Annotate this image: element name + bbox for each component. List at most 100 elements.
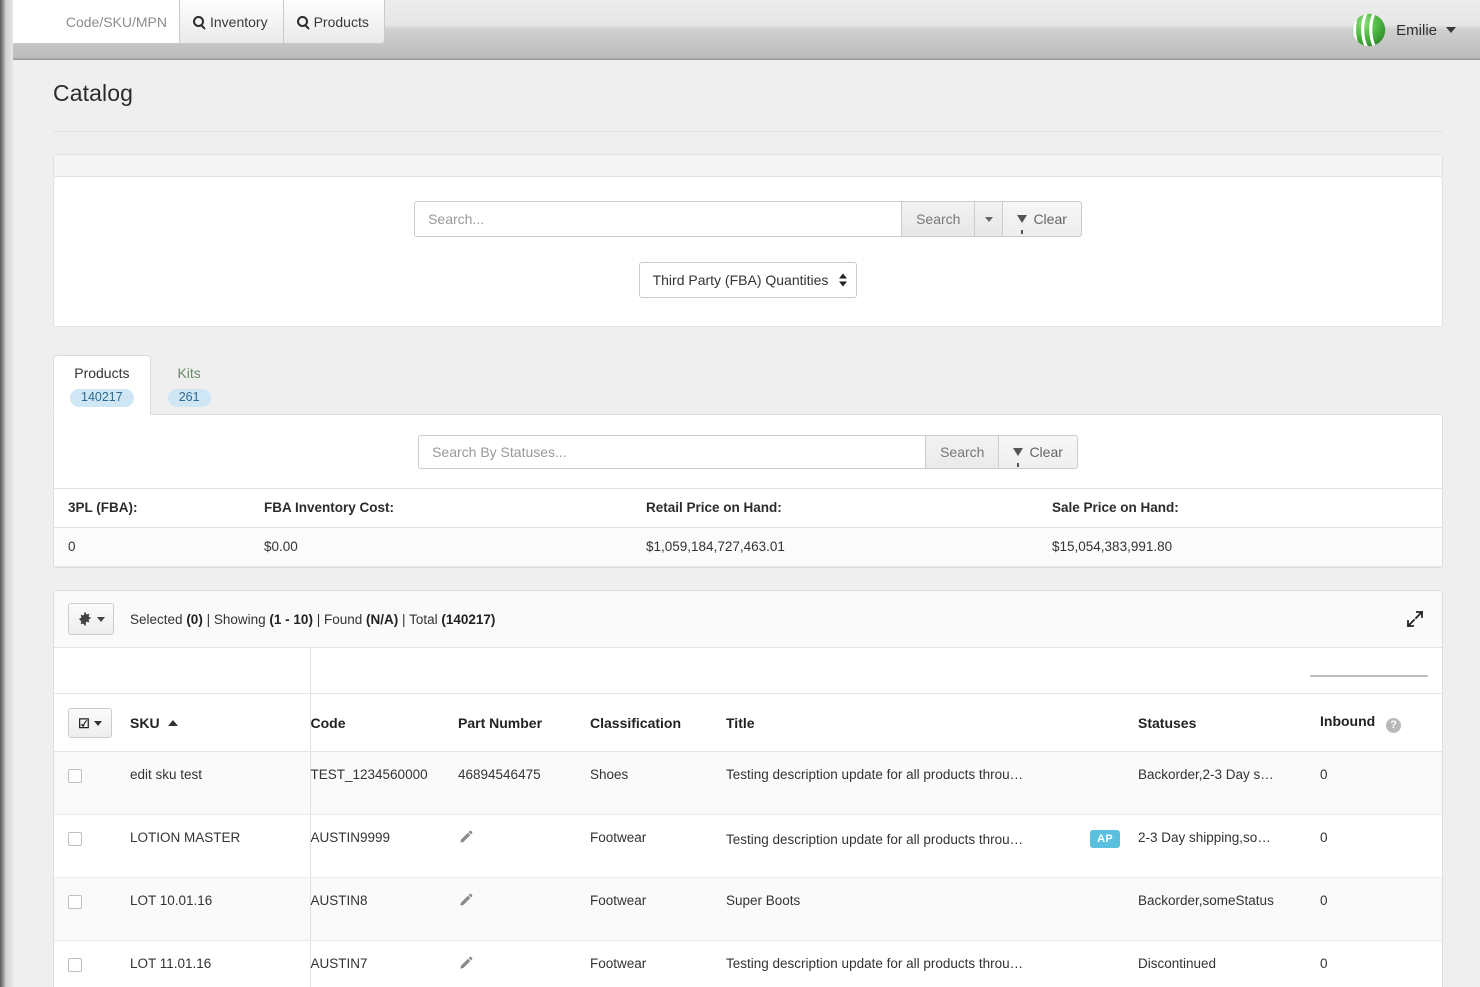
row-part-number-edit[interactable] (458, 877, 590, 942)
code-sku-mpn-input[interactable] (8, 0, 180, 44)
row-checkbox[interactable] (68, 894, 82, 909)
search-icon (193, 16, 204, 27)
grid-header-sku[interactable]: SKU (130, 694, 311, 753)
chevron-down-icon (96, 616, 105, 622)
found-label: Found (323, 611, 363, 627)
row-code: AUSTIN8 (310, 877, 458, 942)
filter-icon (1013, 448, 1024, 468)
row-sku: edit sku test (130, 751, 311, 816)
quantities-select-value: Third Party (FBA) Quantities (652, 272, 829, 288)
grid-header-code[interactable]: Code (310, 694, 458, 753)
quantities-select-row: Third Party (FBA) Quantities (54, 262, 1442, 298)
stats-header-fba-cost: FBA Inventory Cost: (264, 488, 646, 529)
summary-sep-1: | (206, 611, 211, 627)
grid-header-inbound-label: Inbound (1320, 713, 1376, 730)
expand-grid-button[interactable] (1402, 606, 1428, 632)
row-title: Testing description update for all produ… (726, 956, 1024, 972)
grid-body: edit sku test TEST_1234560000 4689454647… (54, 751, 1442, 987)
showing-label: Showing (213, 611, 266, 627)
row-classification: Shoes (590, 751, 726, 816)
tab-products[interactable]: Products 140217 (53, 355, 151, 416)
stats-value-fba-cost: $0.00 (264, 527, 646, 568)
row-sku: LOTION MASTER (130, 814, 311, 879)
nav-inventory-button[interactable]: Inventory (180, 0, 284, 44)
filter-icon (1017, 215, 1028, 234)
status-clear-button[interactable]: Clear (999, 435, 1078, 470)
gear-icon (78, 612, 91, 626)
quantities-select[interactable]: Third Party (FBA) Quantities (638, 262, 858, 298)
select-all-dropdown-button[interactable]: ☑ (68, 708, 112, 739)
search-panel: Search Clear Third Party (FBA) Quantitie… (53, 176, 1443, 327)
row-classification: Footwear (590, 940, 726, 987)
summary-sep-2: | (316, 611, 321, 627)
products-tab-content: Search Clear 3PL (FBA): FBA Inventory Co… (53, 414, 1443, 569)
grid-header-statuses[interactable]: Statuses (1138, 694, 1310, 753)
search-button[interactable]: Search (902, 201, 976, 237)
total-label: Total (409, 611, 438, 627)
row-part-number-edit[interactable] (458, 814, 590, 879)
grid-header-classification[interactable]: Classification (590, 694, 726, 753)
row-part-number: 46894546475 (458, 751, 590, 816)
navbar-left-group: Inventory Products (0, 0, 385, 44)
row-title: Super Boots (726, 893, 801, 909)
selected-label: Selected (130, 611, 183, 627)
status-search-input[interactable] (418, 435, 927, 470)
found-value: (N/A) (366, 611, 399, 627)
row-title: Testing description update for all produ… (726, 767, 1024, 783)
grid-header-title[interactable]: Title (726, 694, 1138, 753)
grid-settings-button[interactable] (68, 603, 114, 636)
stats-header-3pl: 3PL (FBA): (54, 488, 264, 529)
row-select-cell (54, 877, 130, 942)
row-statuses: Discontinued (1138, 940, 1310, 987)
table-row[interactable]: LOT 10.01.16 AUSTIN8 Footwear Super Boot… (54, 877, 1442, 942)
pencil-edit-icon (460, 893, 473, 906)
row-statuses: Backorder,someStatus (1138, 877, 1310, 942)
grid-horizontal-scroll-row (54, 648, 1442, 695)
title-divider (53, 131, 1443, 132)
checkbox-checked-icon: ☑ (78, 715, 90, 731)
top-navbar: Inventory Products (0, 0, 1480, 60)
table-row[interactable]: LOTION MASTER AUSTIN9999 Footwear Testin… (54, 814, 1442, 879)
search-input[interactable] (414, 201, 903, 237)
row-select-cell (54, 940, 130, 987)
horizontal-scrollbar-thumb[interactable] (1310, 675, 1428, 678)
grid-header-row: ☑ SKU Code Part Number Classification Ti… (54, 694, 1442, 753)
grid-header-inbound[interactable]: Inbound ? (1310, 694, 1442, 753)
chevron-down-icon (93, 720, 102, 726)
chevron-down-icon[interactable] (1446, 27, 1456, 33)
status-search-button[interactable]: Search (926, 435, 1000, 470)
chevron-down-icon (984, 216, 993, 222)
nav-products-label: Products (313, 13, 369, 30)
table-row[interactable]: edit sku test TEST_1234560000 4689454647… (54, 751, 1442, 816)
table-row[interactable]: LOT 11.01.16 AUSTIN7 Footwear Testing de… (54, 940, 1442, 987)
showing-value: (1 - 10) (269, 611, 313, 627)
row-checkbox[interactable] (68, 831, 82, 846)
search-options-dropdown[interactable] (975, 201, 1004, 237)
frozen-column-divider (310, 648, 311, 694)
expand-arrows-icon (1406, 610, 1424, 628)
stats-value-sale: $15,054,383,991.80 (1052, 527, 1442, 568)
inventory-stats-table: 3PL (FBA): FBA Inventory Cost: Retail Pr… (54, 488, 1442, 568)
row-checkbox[interactable] (68, 768, 82, 783)
total-value: (140217) (441, 611, 496, 627)
tab-kits-label: Kits (177, 365, 201, 381)
row-part-number-edit[interactable] (458, 940, 590, 987)
row-select-cell (54, 814, 130, 879)
clear-search-button[interactable]: Clear (1003, 201, 1082, 237)
navbar-right-group: Emilie (1351, 0, 1480, 60)
search-icon (296, 16, 308, 27)
row-classification: Footwear (590, 814, 726, 879)
stats-value-3pl: 0 (54, 527, 264, 568)
nav-products-button[interactable]: Products (283, 0, 385, 44)
user-name-label: Emilie (1396, 21, 1437, 39)
row-statuses: Backorder,2-3 Day s… (1138, 751, 1310, 816)
tab-kits[interactable]: Kits 261 (151, 355, 228, 415)
tab-products-count: 140217 (70, 388, 134, 408)
row-checkbox[interactable] (68, 957, 82, 972)
status-search-button-label: Search (940, 444, 985, 461)
row-title-cell: Testing description update for all produ… (726, 814, 1138, 879)
page-title: Catalog (53, 80, 133, 106)
grid-header-part-number[interactable]: Part Number (458, 694, 590, 753)
page-container: Catalog Search Clear Third Party (0, 80, 1480, 987)
help-icon[interactable]: ? (1386, 718, 1402, 734)
